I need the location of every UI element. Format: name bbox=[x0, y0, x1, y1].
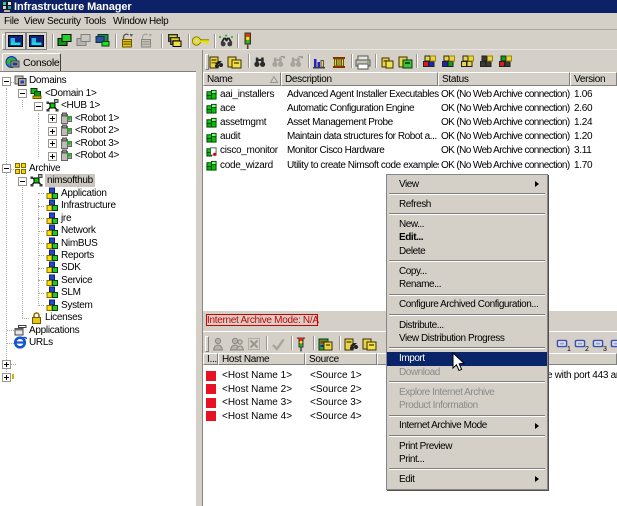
svg-text:2: 2 bbox=[585, 346, 589, 352]
svg-text:1: 1 bbox=[567, 346, 571, 352]
svg-text:3: 3 bbox=[603, 346, 607, 352]
